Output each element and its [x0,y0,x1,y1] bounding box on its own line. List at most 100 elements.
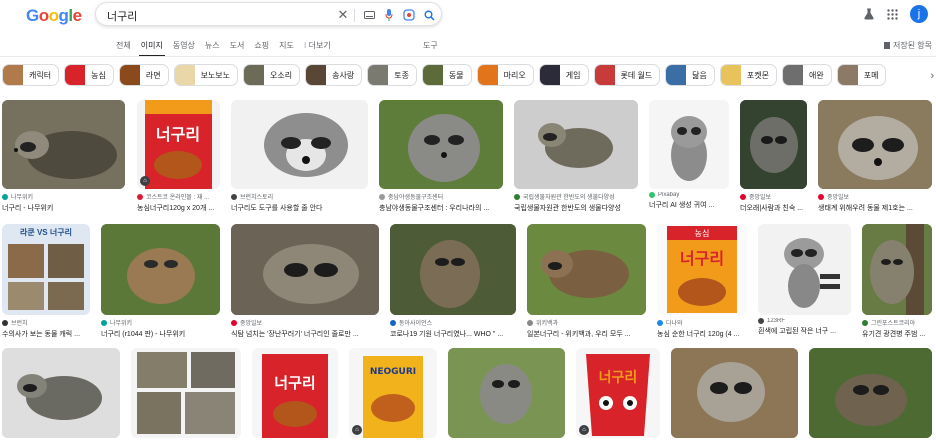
result-title[interactable]: 수의사가 보는 동물 캐릭 ... [2,329,90,339]
result-title[interactable]: 너구리도 도구를 사용할 줄 안다 [231,203,368,213]
chip-mario[interactable]: 마리오 [476,64,534,86]
result-title[interactable]: 일본너구리 - 위키백과, 우리 모두 ... [527,329,646,339]
result-image[interactable] [862,224,932,315]
result-image[interactable]: NEOGURI ⌂ [349,348,437,438]
result-image[interactable] [390,224,516,315]
result-image[interactable]: 라쿤 VS 너구리 [2,224,90,315]
tab-books[interactable]: 도서 [225,38,250,57]
result-image[interactable] [514,100,638,189]
result-card[interactable] [2,348,120,438]
tab-news[interactable]: 뉴스 [200,38,225,57]
result-card[interactable]: 충남야생동물구조센터 충남야생동물구조센터 : 우리나라의 ... [379,100,503,213]
result-card[interactable] [809,348,932,438]
chip-game[interactable]: 게임 [538,64,589,86]
result-image[interactable] [809,348,932,438]
chip-ramen[interactable]: 라면 [118,64,169,86]
result-card[interactable]: 너구리 [252,348,338,438]
result-image[interactable] [2,100,125,189]
clear-icon[interactable]: ✕ [336,7,350,22]
result-card[interactable] [448,348,565,438]
result-title[interactable]: 농심너구리120g x 20개 ... [137,203,220,213]
chip-pokemon[interactable]: 포켓몬 [719,64,777,86]
result-title[interactable]: 코로나19 기원 너구리였나... WHO " ... [390,329,516,339]
chip-lookalike[interactable]: 닮음 [665,64,715,86]
result-card[interactable]: 중앙일보 식탐 넘치는 '장난꾸러기' 너구리인 줄로만 ... [231,224,379,339]
result-title[interactable]: 너구리 - 나무위키 [2,203,125,213]
result-title[interactable]: 생태계 위해우려 동물 제1호는 ... [818,203,932,213]
chips-next-chevron-icon[interactable]: › [930,70,934,82]
result-title[interactable]: 더오래|사람과 친숙 ... [740,203,807,213]
result-image[interactable] [231,224,379,315]
chip-native[interactable]: 토종 [367,64,417,86]
result-image[interactable] [818,100,932,189]
result-card[interactable]: 너구리 ⌂ 코스트코 온라인몰 : 재 ... 농심너구리120g x 20개 … [137,100,220,213]
chip-badger[interactable]: 오소리 [243,64,301,86]
result-card[interactable]: 중앙일보 더오래|사람과 친숙 ... [740,100,807,213]
result-card[interactable]: 라쿤 VS 너구리 브런치 수의사가 보는 동물 캐릭 ... [2,224,90,339]
result-card[interactable]: 123RF 흰색에 고립된 작은 너구 ... [758,224,851,336]
result-title[interactable]: 식탐 넘치는 '장난꾸러기' 너구리인 줄로만 ... [231,329,379,339]
result-card[interactable]: 위키백과 일본너구리 - 위키백과, 우리 모두 ... [527,224,646,339]
result-card[interactable]: Pixabay 너구리 AI 생성 귀여 ... [649,100,729,210]
result-card[interactable]: 나무위키 너구리 - 나무위키 [2,100,125,213]
google-logo[interactable]: Google [26,6,82,26]
chip-pome[interactable]: 포메 [836,64,887,86]
result-image[interactable] [379,100,503,189]
result-card[interactable] [671,348,798,438]
lens-camera-icon[interactable] [402,8,416,22]
tab-more[interactable]: ⁝ 더보기 [299,38,336,57]
result-image[interactable]: 너구리 [252,348,338,438]
result-title[interactable]: 너구리 AI 생성 귀여 ... [649,200,729,210]
chip-nongshim[interactable]: 농심 [64,64,114,86]
labs-flask-icon[interactable] [863,8,875,20]
tab-shopping[interactable]: 쇼핑 [249,38,274,57]
chip-songsarang[interactable]: 송사랑 [305,64,363,86]
result-image[interactable] [649,100,729,189]
keyboard-icon[interactable] [362,8,376,22]
result-card[interactable]: 그린포스트코리아 유기견 광견병 주범 ... [862,224,932,339]
tools-button[interactable]: 도구 [423,40,438,51]
result-card[interactable]: 브런치스토리 너구리도 도구를 사용할 줄 안다 [231,100,368,213]
chip-character[interactable]: 캐릭터 [2,64,60,86]
result-image[interactable] [231,100,368,189]
apps-grid-icon[interactable] [887,8,898,20]
search-input[interactable]: 너구리 [107,8,137,24]
result-image[interactable] [758,224,851,315]
result-title[interactable]: 너구리 (r1044 판) - 나무위키 [101,329,220,339]
chip-animal[interactable]: 동물 [421,64,472,86]
microphone-icon[interactable] [382,8,396,22]
chip-lotte-world[interactable]: 롯데 월드 [593,64,661,86]
result-card[interactable]: 중앙일보 생태계 위해우려 동물 제1호는 ... [818,100,932,213]
result-card[interactable]: 동아사이언스 코로나19 기원 너구리였나... WHO " ... [390,224,516,339]
tab-videos[interactable]: 동영상 [168,38,200,57]
result-title[interactable]: 국립생물자원관 한반도의 생물다양성 [514,203,638,213]
chip-bonobono[interactable]: 보노보노 [173,64,239,86]
result-image[interactable] [527,224,646,315]
result-image[interactable] [671,348,798,438]
result-card[interactable]: 너구리 ⌂ [576,348,660,438]
tab-all[interactable]: 전체 [111,38,136,57]
result-title[interactable]: 흰색에 고립된 작은 너구 ... [758,326,851,336]
result-image[interactable] [2,348,120,438]
chip-pet[interactable]: 애완 [782,64,832,86]
result-title[interactable]: 유기견 광견병 주범 ... [862,329,932,339]
result-image[interactable] [131,348,241,438]
result-card[interactable]: 국립생물자원관 한반도의 생물다양성 국립생물자원관 한반도의 생물다양성 [514,100,638,213]
tab-images[interactable]: 이미지 [136,38,168,57]
result-title[interactable]: 충남야생동물구조센터 : 우리나라의 ... [379,203,503,213]
account-avatar[interactable]: j [910,5,928,23]
search-icon[interactable] [422,8,436,22]
search-box[interactable]: 너구리 ✕ [95,2,442,26]
result-title[interactable]: 농심 순한 너구리 120g (4 ... [657,329,747,339]
result-image[interactable] [740,100,807,189]
result-card[interactable] [131,348,241,438]
result-image[interactable]: 너구리 ⌂ [576,348,660,438]
result-image[interactable] [101,224,220,315]
result-card[interactable]: 농심 너구리 다나와 농심 순한 너구리 120g (4 ... [657,224,747,339]
result-card[interactable]: NEOGURI ⌂ [349,348,437,438]
saved-items-button[interactable]: 저장된 항목 [883,40,932,51]
tab-maps[interactable]: 지도 [274,38,299,57]
result-image[interactable]: 너구리 ⌂ [137,100,220,189]
result-image[interactable]: 농심 너구리 [657,224,747,315]
result-card[interactable]: 나무위키 너구리 (r1044 판) - 나무위키 [101,224,220,339]
